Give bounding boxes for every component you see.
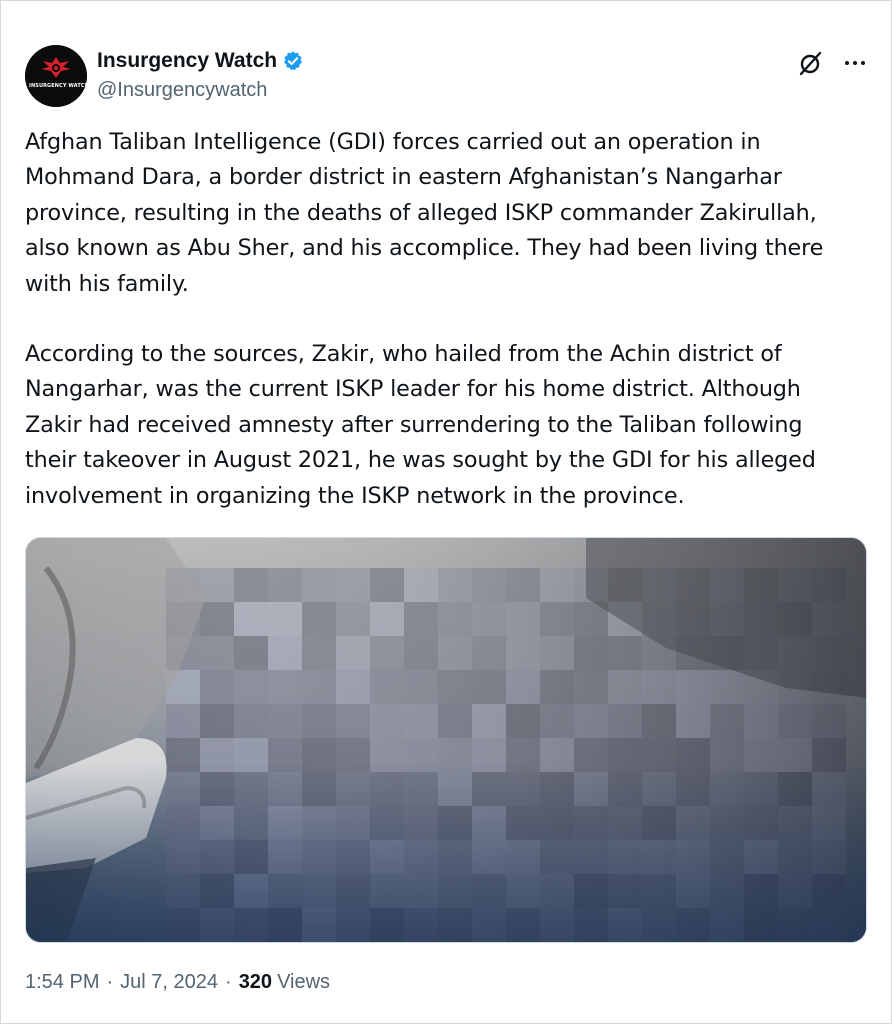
views-count[interactable]: 320 [239, 971, 272, 994]
grok-icon[interactable] [797, 49, 825, 77]
author-info: Insurgency Watch @Insurgencywatch [97, 47, 304, 102]
verified-badge-icon[interactable] [282, 50, 304, 72]
tweet-time[interactable]: 1:54 PM [25, 971, 99, 994]
meta-separator: · [225, 971, 232, 993]
tweet-paragraph-1: Afghan Taliban Intelligence (GDI) forces… [25, 129, 824, 297]
tweet-meta: 1:54 PM · Jul 7, 2024 · 320 Views [25, 971, 330, 994]
tweet-text: Afghan Taliban Intelligence (GDI) forces… [25, 125, 873, 514]
views-label: Views [277, 971, 331, 993]
avatar-logo-icon [25, 45, 87, 107]
avatar-text: INSURGENCY WATCH [29, 83, 87, 89]
tweet-card: INSURGENCY WATCH Insurgency Watch @Insur… [0, 0, 892, 1024]
header-actions [797, 49, 867, 77]
meta-separator: · [106, 971, 114, 993]
display-name[interactable]: Insurgency Watch [97, 49, 277, 73]
more-options-icon[interactable] [843, 51, 867, 75]
tweet-paragraph-2: According to the sources, Zakir, who hai… [25, 341, 816, 509]
handle[interactable]: @Insurgencywatch [97, 79, 304, 102]
avatar[interactable]: INSURGENCY WATCH [25, 45, 87, 107]
name-row: Insurgency Watch [97, 47, 304, 75]
tweet-media-image[interactable] [25, 537, 867, 943]
tweet-date[interactable]: Jul 7, 2024 [120, 971, 218, 994]
tweet-header: INSURGENCY WATCH Insurgency Watch @Insur… [25, 45, 867, 109]
